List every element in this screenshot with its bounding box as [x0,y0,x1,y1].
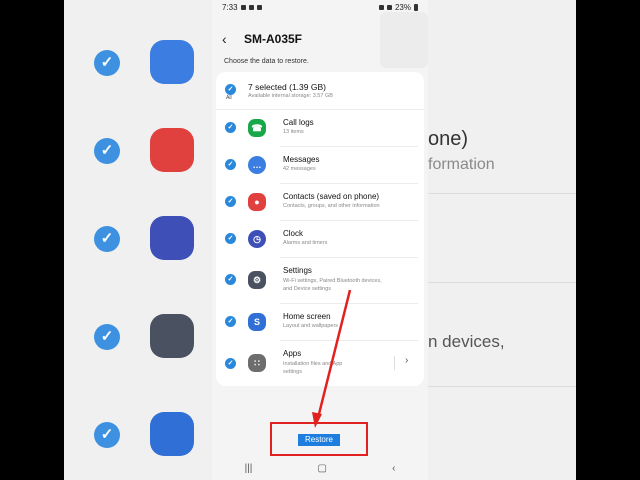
arrow-head-icon [312,412,322,428]
screen: ✓ ✓ ✓ ✓ ✓ one) formation n devices, 7:33 [0,0,640,480]
annotation-arrow [312,289,352,428]
